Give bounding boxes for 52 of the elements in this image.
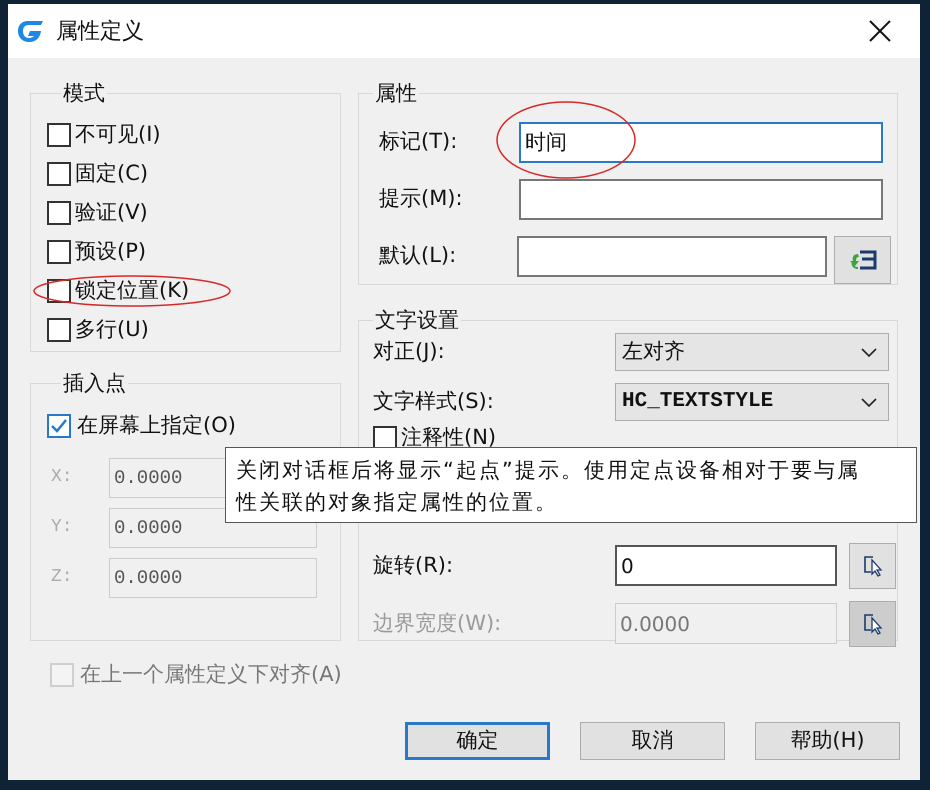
checkbox[interactable] bbox=[47, 162, 71, 186]
group-title: 文字设置 bbox=[374, 307, 460, 334]
close-icon[interactable] bbox=[868, 19, 892, 43]
dropdown-value: HC_TEXTSTYLE bbox=[622, 388, 774, 415]
field-label: 提示(M): bbox=[378, 185, 464, 212]
checkbox[interactable] bbox=[47, 123, 71, 147]
checkbox-label: 多行(U) bbox=[75, 316, 149, 344]
text-field[interactable] bbox=[519, 178, 883, 220]
field-label: 边界宽度(W): bbox=[372, 610, 502, 637]
dialog-button[interactable]: 确定 bbox=[405, 722, 550, 760]
dialog-button[interactable]: 取消 bbox=[580, 722, 725, 760]
check-icon bbox=[49, 416, 69, 434]
checkbox[interactable] bbox=[47, 240, 71, 264]
dialog-button[interactable]: 帮助(H) bbox=[755, 722, 900, 760]
checkbox-label: 验证(V) bbox=[75, 199, 148, 226]
checkbox-label: 锁定位置(K) bbox=[75, 277, 190, 304]
group-title: 模式 bbox=[62, 80, 106, 107]
group-title: 属性 bbox=[374, 80, 418, 107]
checkbox[interactable] bbox=[373, 426, 397, 450]
text-field[interactable]: 时间 bbox=[519, 122, 883, 162]
checkbox[interactable] bbox=[47, 414, 71, 438]
checkbox-label: 预设(P) bbox=[75, 238, 146, 266]
field-label: X: bbox=[50, 466, 74, 489]
field-label: 文字样式(S): bbox=[372, 388, 495, 415]
checkbox-label: 注释性(N) bbox=[401, 424, 496, 451]
dropdown-value: 左对齐 bbox=[622, 338, 685, 365]
text-field[interactable] bbox=[517, 236, 827, 276]
checkbox-label: 不可见(I) bbox=[75, 121, 161, 148]
field-label: Y: bbox=[50, 516, 74, 539]
field-label: 标记(T): bbox=[378, 128, 458, 156]
checkbox[interactable] bbox=[47, 201, 71, 225]
chevron-down-icon bbox=[860, 346, 878, 358]
field-label: 对正(J): bbox=[372, 338, 446, 365]
checkbox-label: 在屏幕上指定(O) bbox=[77, 412, 236, 439]
field-label: 默认(L): bbox=[378, 242, 458, 270]
insert-field-button[interactable] bbox=[834, 236, 891, 284]
field-label: 旋转(R): bbox=[372, 552, 454, 579]
dropdown[interactable]: HC_TEXTSTYLE bbox=[615, 382, 889, 420]
chevron-down-icon bbox=[860, 396, 878, 408]
checkbox-label: 固定(C) bbox=[75, 160, 148, 188]
dropdown[interactable]: 左对齐 bbox=[615, 332, 889, 370]
insert-field-icon bbox=[848, 248, 876, 272]
field-label: Z: bbox=[50, 566, 74, 589]
cursor-icon bbox=[862, 612, 882, 636]
checkbox-label: 在上一个属性定义下对齐(A) bbox=[80, 661, 342, 688]
pick-button[interactable] bbox=[849, 542, 896, 588]
group-title: 插入点 bbox=[62, 370, 127, 397]
checkbox[interactable] bbox=[47, 318, 71, 342]
cursor-icon bbox=[862, 554, 882, 578]
number-field[interactable]: 0 bbox=[615, 545, 837, 586]
pick-button[interactable] bbox=[849, 600, 896, 646]
window-title: 属性定义 bbox=[56, 18, 144, 46]
